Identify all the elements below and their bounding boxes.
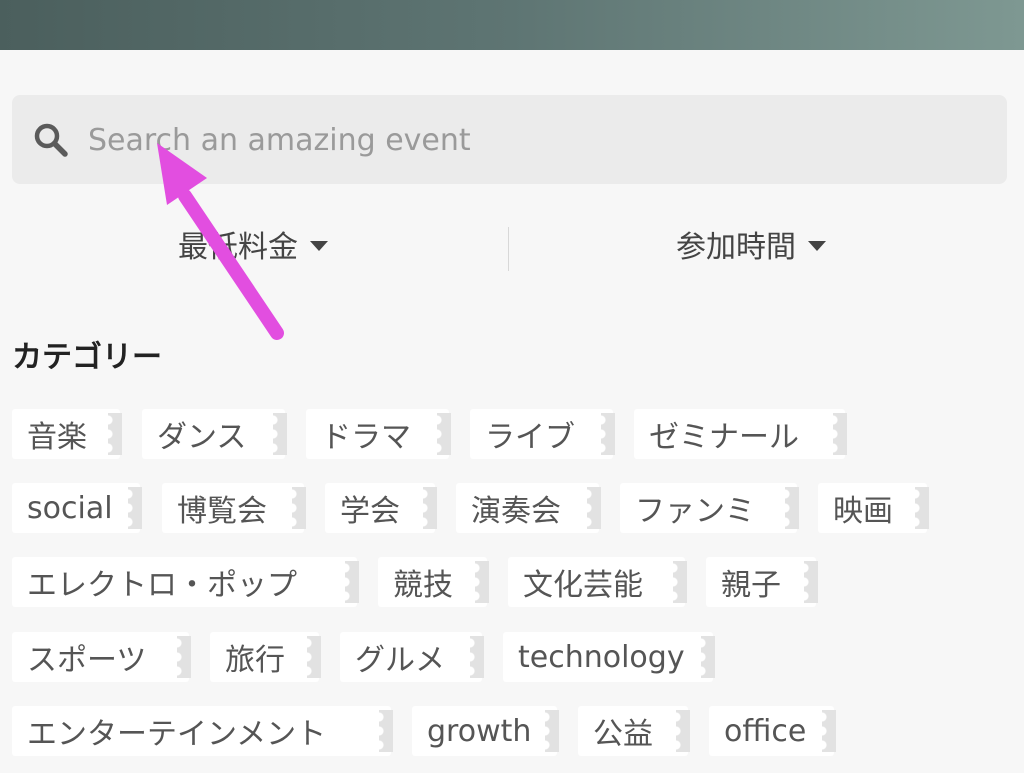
category-tag[interactable]: ファンミ [620, 483, 799, 533]
category-tag[interactable]: office [709, 706, 836, 756]
category-tag[interactable]: 旅行 [210, 632, 321, 682]
category-tag[interactable]: ライブ [470, 409, 615, 459]
category-heading: カテゴリー [12, 340, 162, 375]
category-tag[interactable]: growth [412, 706, 559, 756]
caret-down-icon [310, 241, 328, 251]
category-tag[interactable]: social [12, 483, 142, 533]
category-tag[interactable]: エンターテインメント [12, 706, 393, 756]
header-bar [0, 0, 1024, 50]
category-tag[interactable]: 映画 [818, 483, 929, 533]
filter-divider [508, 227, 509, 271]
category-tag[interactable]: スポーツ [12, 632, 191, 682]
caret-down-icon [808, 241, 826, 251]
category-tag[interactable]: ゼミナール [634, 409, 847, 459]
category-tag[interactable]: エレクトロ・ポップ [12, 557, 359, 607]
category-tag[interactable]: 博覧会 [162, 483, 306, 533]
category-tag[interactable]: 親子 [706, 557, 818, 607]
category-tag[interactable]: technology [503, 632, 715, 682]
duration-filter[interactable]: 参加時間 [676, 222, 826, 266]
category-tag[interactable]: グルメ [340, 632, 484, 682]
category-tag[interactable]: 学会 [325, 483, 437, 533]
category-tag[interactable]: 文化芸能 [508, 557, 687, 607]
category-tag[interactable]: 競技 [378, 557, 489, 607]
min-price-label: 最低料金 [178, 230, 298, 265]
category-tag[interactable]: 演奏会 [456, 483, 601, 533]
category-tag[interactable]: 音楽 [12, 409, 122, 459]
duration-label: 参加時間 [676, 230, 796, 265]
category-tag[interactable]: ダンス [142, 409, 287, 459]
search-icon [34, 123, 68, 157]
category-tag[interactable]: 公益 [578, 706, 690, 756]
min-price-filter[interactable]: 最低料金 [178, 222, 328, 266]
category-tag[interactable]: ドラマ [306, 409, 451, 459]
search-input[interactable] [88, 116, 968, 164]
